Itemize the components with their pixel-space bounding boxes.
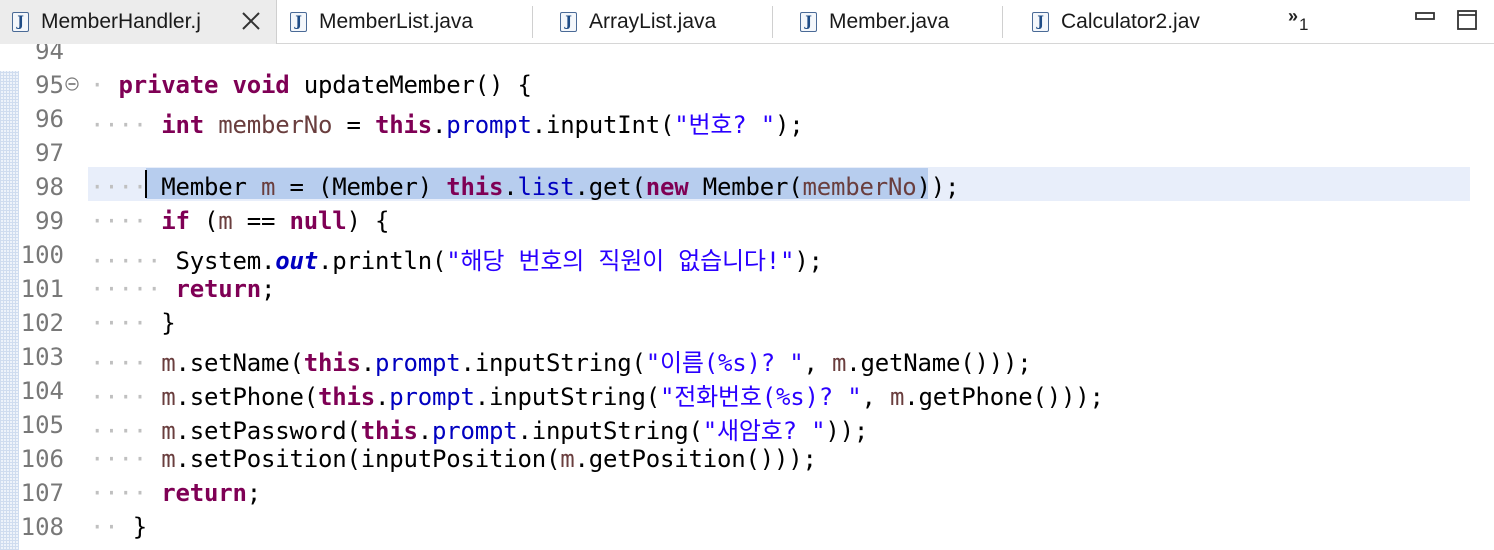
line-number: 101 (20, 275, 64, 303)
tab-divider (532, 6, 533, 38)
line-number: 106 (20, 445, 64, 473)
tab-memberhandler[interactable]: J MemberHandler.j (0, 0, 277, 44)
tab-member[interactable]: J Member.java (800, 0, 949, 44)
code-text: ···· return; (90, 479, 261, 507)
code-text: ···· m.setPosition(inputPosition(m.getPo… (90, 445, 817, 473)
code-line: 97 (0, 133, 1494, 167)
tab-divider (772, 6, 773, 38)
tab-label: ArrayList.java (589, 10, 717, 33)
line-number: 97 (35, 139, 64, 167)
code-text: ···· if (m == null) { (90, 207, 390, 235)
line-number: 99 (35, 207, 64, 235)
minimize-icon[interactable] (1414, 9, 1436, 31)
code-line: 101 ····· return; (0, 269, 1494, 303)
tab-divider (1002, 6, 1003, 38)
java-file-icon: J (12, 12, 29, 32)
code-editor[interactable]: 94 95 · private void updateMember() { 96… (0, 44, 1494, 550)
tab-overflow-button[interactable]: »1 (1288, 6, 1308, 34)
code-text: ···· Member m = (Member) this.list.get(n… (90, 173, 960, 201)
tab-calculator2[interactable]: J Calculator2.jav (1032, 0, 1200, 44)
code-line: 106 ···· m.setPosition(inputPosition(m.g… (0, 439, 1494, 473)
java-file-icon: J (560, 12, 577, 32)
line-number: 94 (35, 44, 64, 65)
code-line: 103 ···· m.setName(this.prompt.inputStri… (0, 337, 1494, 377)
maximize-icon[interactable] (1456, 9, 1478, 31)
line-number: 100 (20, 241, 64, 269)
line-number: 108 (20, 513, 64, 541)
code-line: 95 · private void updateMember() { (0, 65, 1494, 99)
collapse-icon[interactable] (65, 77, 79, 91)
line-number: 96 (35, 105, 64, 133)
text-cursor (145, 170, 147, 198)
java-file-icon: J (800, 12, 817, 32)
line-number: 105 (20, 411, 64, 439)
code-line: 96 ···· int memberNo = this.prompt.input… (0, 99, 1494, 139)
code-text: ·· } (90, 513, 147, 541)
line-number: 104 (20, 377, 64, 405)
line-number: 102 (20, 309, 64, 337)
overflow-chevron-icon: » (1288, 6, 1299, 26)
code-text: ····· return; (90, 275, 276, 303)
code-line: 102 ···· } (0, 303, 1494, 337)
tab-memberlist[interactable]: J MemberList.java (290, 0, 473, 44)
code-line: 100 ····· System.out.println("해당 번호의 직원이… (0, 235, 1494, 275)
overflow-count: 1 (1299, 15, 1309, 34)
java-file-icon: J (290, 12, 307, 32)
code-line: 105 ···· m.setPassword(this.prompt.input… (0, 405, 1494, 445)
code-line: 94 (0, 44, 1494, 65)
line-number: 98 (35, 173, 64, 201)
tab-label: MemberList.java (319, 10, 474, 33)
code-text: ···· } (90, 309, 176, 337)
code-line: 104 ···· m.setPhone(this.prompt.inputStr… (0, 371, 1494, 411)
code-line: 107 ···· return; (0, 473, 1494, 507)
code-text: · private void updateMember() { (90, 71, 532, 99)
tab-label: MemberHandler.j (41, 10, 201, 33)
editor-tab-bar: J MemberHandler.j J MemberList.java J Ar… (0, 0, 1494, 44)
tab-label: Member.java (829, 10, 950, 33)
close-icon[interactable] (240, 10, 262, 32)
java-file-icon: J (1032, 12, 1049, 32)
current-code-line: 98 ···· Member m = (Member) this.list.ge… (0, 167, 1494, 201)
tab-arraylist[interactable]: J ArrayList.java (560, 0, 716, 44)
code-line: 99 ···· if (m == null) { (0, 201, 1494, 235)
tab-label: Calculator2.jav (1061, 10, 1200, 33)
code-line: 108 ·· } (0, 507, 1494, 541)
line-number: 103 (20, 343, 64, 371)
line-number: 95 (35, 71, 64, 99)
line-number: 107 (20, 479, 64, 507)
